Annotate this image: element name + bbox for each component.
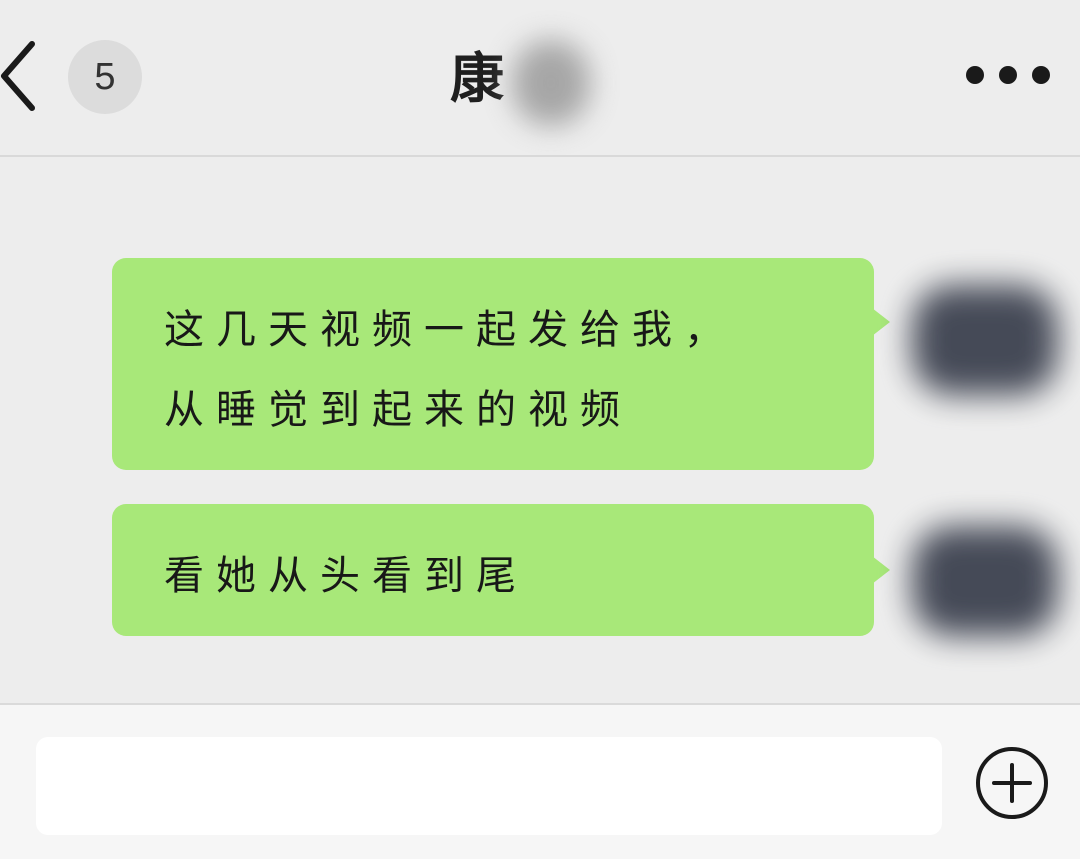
add-attachment-button[interactable]: [974, 745, 1050, 821]
message-bubble[interactable]: 看她从头看到尾: [112, 504, 874, 636]
message-bubble[interactable]: 这几天视频一起发给我， 从睡觉到起来的视频: [112, 258, 874, 470]
plus-circle-icon: [976, 747, 1048, 819]
message-line: 看她从头看到尾: [164, 553, 528, 599]
chat-header: 5 康: [0, 0, 1080, 157]
redacted-name-blur: [512, 40, 590, 126]
bubble-tail: [872, 308, 890, 336]
unread-count-badge[interactable]: 5: [68, 40, 142, 114]
message-line: 这几天视频一起发给我，: [164, 307, 736, 353]
bubble-tail: [872, 556, 890, 584]
chat-title: 康: [450, 47, 504, 110]
sender-avatar[interactable]: [912, 526, 1058, 636]
input-bar: [0, 703, 1080, 859]
chat-title-area: 康: [440, 40, 640, 126]
chevron-left-icon: [1, 41, 35, 111]
message-line: 从睡觉到起来的视频: [164, 387, 632, 433]
message-input[interactable]: [36, 737, 942, 835]
more-options-button[interactable]: [958, 60, 1058, 90]
more-dots-icon: [966, 66, 984, 84]
sender-avatar[interactable]: [912, 285, 1058, 395]
back-button[interactable]: [0, 40, 44, 112]
